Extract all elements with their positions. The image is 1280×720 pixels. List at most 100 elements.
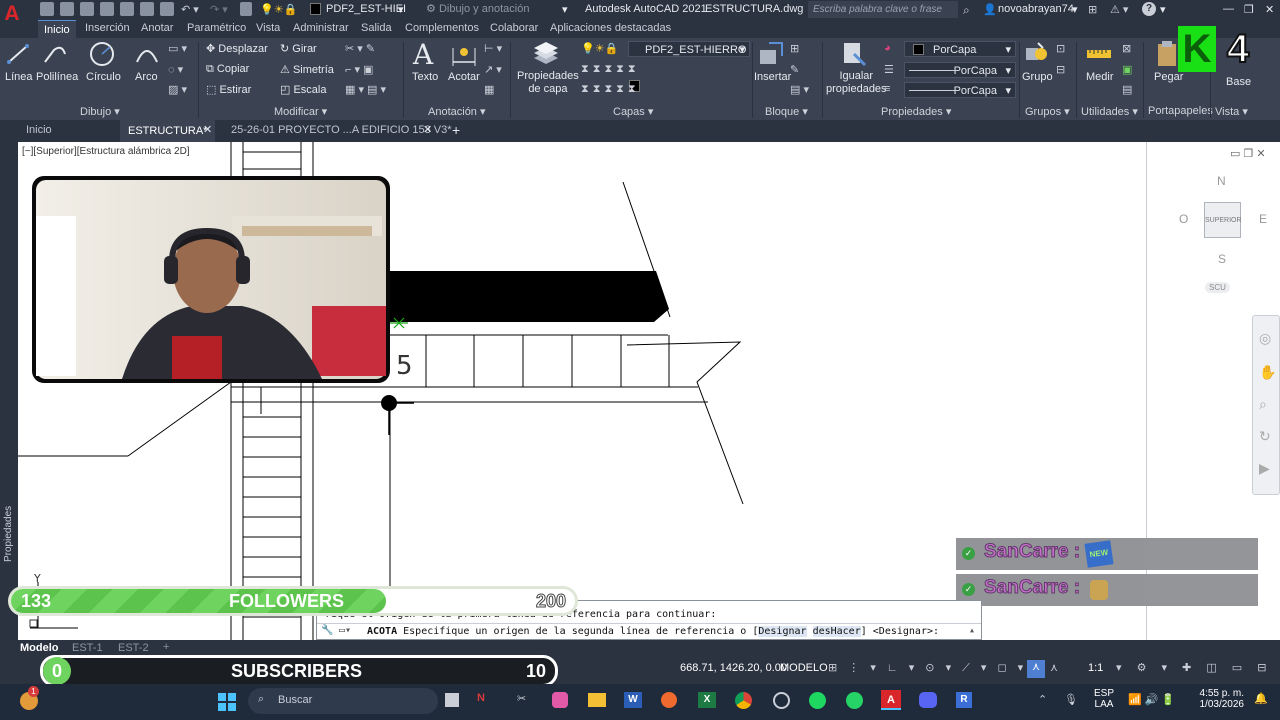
ungroup-icon[interactable]: ⊡ <box>1056 42 1065 55</box>
close-icon[interactable]: ✕ <box>423 123 432 136</box>
tab-salida[interactable]: Salida <box>361 22 392 34</box>
save-icon[interactable] <box>80 2 94 16</box>
group-button[interactable]: Grupo <box>1022 71 1053 83</box>
viewcube-face[interactable]: SUPERIOR <box>1204 202 1242 238</box>
panel-modificar[interactable]: Modificar ▾ <box>274 105 327 118</box>
copilot-icon[interactable] <box>552 692 568 708</box>
line-button[interactable]: Línea <box>5 71 33 83</box>
move-button[interactable]: ✥ Desplazar <box>206 42 268 55</box>
layer-dropdown[interactable]: PDF2_EST-HIERRO ▾ <box>628 41 750 57</box>
customize-qat-icon[interactable]: ▾ <box>562 3 568 16</box>
showmotion-icon[interactable]: ▶ <box>1259 460 1270 477</box>
tab-inicio[interactable]: Inicio <box>38 20 76 38</box>
trim-icon[interactable]: ✂ ▾ ✎ <box>345 42 375 55</box>
group-edit-icon[interactable]: ⊟ <box>1056 63 1065 76</box>
obs-icon[interactable] <box>773 692 790 709</box>
close-icon[interactable]: ✕ <box>1265 3 1274 16</box>
revit-icon[interactable]: R <box>956 692 972 708</box>
user-name[interactable]: novoabrayan74 <box>998 3 1074 15</box>
discord-icon[interactable] <box>919 692 937 708</box>
share-icon[interactable] <box>240 2 252 16</box>
create-block-icon[interactable]: ⊞ <box>790 42 799 55</box>
arc-button[interactable]: Arco <box>135 71 158 83</box>
insert-button[interactable]: Insertar <box>754 71 791 83</box>
layer-tools-row1[interactable]: ⧗⧗⧗⧗⧗ <box>581 63 640 76</box>
windows-start-icon[interactable] <box>218 693 236 711</box>
file-explorer-icon[interactable] <box>588 693 606 707</box>
layer-state-icons[interactable]: 💡☀🔒 <box>581 42 618 55</box>
panel-bloque[interactable]: Bloque ▾ <box>765 105 808 118</box>
chevron-down-icon[interactable]: ▾ <box>398 3 404 16</box>
layout-tab-1[interactable]: EST-1 <box>72 642 103 654</box>
workspace-tools[interactable]: ▾ ⚙ ▾ ✚ ◫ ▭ ⊟ ≡ <box>1116 661 1280 674</box>
panel-anotacion[interactable]: Anotación ▾ <box>428 105 486 118</box>
close-icon[interactable]: ✕ <box>203 123 212 136</box>
chevron-down-icon[interactable]: ▾ <box>1160 3 1166 16</box>
ucs-menu[interactable]: SCU <box>1205 282 1230 293</box>
calculator-icon[interactable]: ▣ <box>1122 63 1132 76</box>
chevron-down-icon[interactable]: ▾ <box>1072 3 1078 16</box>
match-properties-button[interactable]: Igualar propiedades <box>826 70 887 96</box>
help-icon[interactable]: ? <box>1142 2 1156 16</box>
tab-parametrico[interactable]: Paramétrico <box>187 22 246 34</box>
autocad-taskbar-icon[interactable]: A <box>881 690 901 710</box>
tab-colaborar[interactable]: Colaborar <box>490 22 538 34</box>
panel-vista[interactable]: Vista ▾ <box>1215 105 1248 118</box>
base-view-button[interactable]: Base <box>1226 76 1251 88</box>
firefox-icon[interactable] <box>661 692 677 708</box>
annotation-scale[interactable]: 1:1 <box>1088 662 1103 674</box>
new-tab-icon[interactable]: + <box>452 122 460 138</box>
viewport-controls-label[interactable]: [−][Superior][Estructura alámbrica 2D] <box>22 146 190 157</box>
coordinates-readout[interactable]: 668.71, 1426.20, 0.00 <box>680 662 787 674</box>
file-tab-proyecto[interactable]: 25-26-01 PROYECTO ...A EDIFICIO 153 V3* <box>231 124 452 136</box>
properties-palette-strip[interactable]: Propiedades <box>0 142 18 640</box>
restore-icon[interactable]: ❐ <box>1244 3 1254 16</box>
tab-aplicaciones[interactable]: Aplicaciones destacadas <box>550 22 671 34</box>
help-search-input[interactable]: Escriba palabra clave o frase <box>808 1 958 18</box>
layer-combo[interactable]: PDF2_EST-HIEI <box>326 3 406 15</box>
rotate-button[interactable]: ↻ Girar <box>280 42 317 55</box>
steering-wheel-icon[interactable]: ◎ <box>1259 330 1271 347</box>
file-tab-inicio[interactable]: Inicio <box>26 124 52 136</box>
annotation-autoscale-icon[interactable]: ⋏ <box>1050 661 1058 674</box>
system-tray-icons[interactable]: 📶🔊🔋 <box>1128 693 1178 706</box>
spotify-icon[interactable] <box>809 692 826 709</box>
copy-button[interactable]: ⧉ Copiar <box>206 63 249 76</box>
workspace-combo[interactable]: ⚙ Dibujo y anotación <box>420 1 570 18</box>
compass-west[interactable]: O <box>1179 212 1188 226</box>
minimize-icon[interactable]: — <box>1223 3 1234 15</box>
user-icon[interactable]: 👤 <box>983 3 997 16</box>
tab-anotar[interactable]: Anotar <box>141 22 173 34</box>
block-attr-icon[interactable]: ▤ ▾ <box>790 83 809 96</box>
panel-utilidades[interactable]: Utilidades ▾ <box>1081 105 1138 118</box>
tab-insercion[interactable]: Inserción <box>85 22 130 34</box>
save-as-icon[interactable] <box>100 2 114 16</box>
option-designar[interactable]: Designar <box>758 626 807 637</box>
panel-dibujo[interactable]: Dibujo ▾ <box>80 105 120 118</box>
undo-icon[interactable]: ↶ ▾ <box>181 3 199 16</box>
layer-state-icons[interactable]: 💡☀🔒 <box>260 3 297 16</box>
netflix-icon[interactable]: N <box>477 692 485 704</box>
quickcalc-icon[interactable]: ▤ <box>1122 83 1132 96</box>
circle-button[interactable]: Círculo <box>86 71 121 83</box>
viewport-window-controls[interactable]: ▭ ❐ ✕ <box>1230 147 1266 160</box>
linear-dim-icon[interactable]: ⊢ ▾ <box>484 42 502 55</box>
notifications-icon[interactable]: 🔔 <box>1254 692 1268 705</box>
compass-east[interactable]: E <box>1259 212 1267 226</box>
command-prompt-row[interactable]: 🔧 ▭▾ ACOTA Especifique un origen de la s… <box>317 623 981 639</box>
hatch-icon[interactable]: ◌ ▾ <box>168 63 183 76</box>
layer-tools-row2[interactable]: ⧗⧗⧗⧗⧗ <box>581 83 640 96</box>
model-tab[interactable]: Modelo <box>20 642 59 654</box>
taskbar-search-input[interactable]: ⌕ Buscar <box>248 688 438 714</box>
language-indicator[interactable]: ESP LAA <box>1094 688 1114 710</box>
panel-portapapeles[interactable]: Portapapeles <box>1148 105 1213 117</box>
whatsapp-icon[interactable] <box>846 692 863 709</box>
autodesk-app-icon[interactable]: ⊞ <box>1088 3 1097 16</box>
open-file-icon[interactable] <box>60 2 74 16</box>
model-space-toggle[interactable]: MODELO <box>780 662 828 674</box>
task-view-icon[interactable] <box>445 693 459 707</box>
add-layout-icon[interactable]: + <box>163 641 169 653</box>
orbit-icon[interactable]: ↻ <box>1259 428 1271 445</box>
color-dropdown[interactable]: PorCapa ▾ <box>904 41 1016 57</box>
panel-propiedades[interactable]: Propiedades ▾ <box>881 105 951 118</box>
